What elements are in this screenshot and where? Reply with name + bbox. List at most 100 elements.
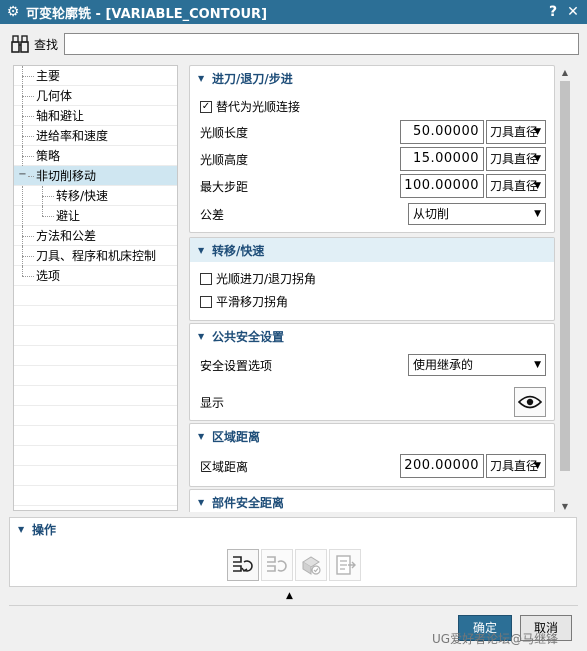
section-title: 进刀/退刀/步进: [212, 71, 293, 86]
replay-icon: [267, 556, 287, 572]
chevron-down-icon: ▼: [534, 461, 541, 471]
tree-item-label: 策略: [36, 149, 61, 163]
expand-triangle-icon: ▼: [198, 431, 205, 441]
scroll-down-icon[interactable]: ▼: [557, 502, 573, 511]
tree-item-geometry[interactable]: 几何体: [14, 86, 177, 106]
expand-triangle-icon: ▼: [198, 73, 205, 83]
collapse-up-icon[interactable]: ▲: [286, 591, 293, 601]
part-safety-section: ▼ 部件安全距离: [189, 489, 555, 512]
tree-item-strategy[interactable]: 策略: [14, 146, 177, 166]
generate-toolpath-button[interactable]: [227, 549, 259, 581]
chevron-down-icon: ▼: [534, 181, 541, 191]
close-button[interactable]: ✕: [563, 4, 583, 20]
divider: [9, 605, 578, 606]
scrollbar-thumb[interactable]: [560, 81, 570, 471]
settings-panel: ▼ 进刀/退刀/步进 ✓ 替代为光顺连接 光顺长度 50.00000 刀具直径 ▼…: [189, 65, 555, 512]
tree-item-main[interactable]: 主要: [14, 66, 177, 86]
engage-retract-header[interactable]: ▼ 进刀/退刀/步进: [190, 66, 554, 90]
max-step-unit-dropdown[interactable]: 刀具直径 ▼: [486, 174, 546, 198]
expand-triangle-icon: ▼: [198, 331, 205, 341]
expand-triangle-icon: ▼: [198, 245, 205, 255]
tree-item-label: 主要: [36, 69, 61, 83]
replay-toolpath-button[interactable]: [261, 549, 293, 581]
smooth-length-row: 光顺长度 50.00000 刀具直径 ▼: [200, 120, 546, 144]
smooth-height-row: 光顺高度 15.00000 刀具直径 ▼: [200, 147, 546, 171]
chevron-down-icon: ▼: [534, 360, 541, 370]
transfer-rapid-header[interactable]: ▼ 转移/快速: [190, 238, 554, 262]
field-label: 显示: [200, 395, 225, 410]
expand-triangle-icon: ▼: [198, 497, 205, 507]
common-safety-header[interactable]: ▼ 公共安全设置: [190, 324, 554, 348]
title-bar: ⚙ 可变轮廓铣 - [VARIABLE_CONTOUR] ? ✕: [0, 0, 587, 24]
chevron-down-icon: ▼: [534, 127, 541, 137]
verify-toolpath-button[interactable]: [295, 549, 327, 581]
expand-triangle-icon: ▼: [18, 524, 25, 534]
tree-item-non-cutting-moves[interactable]: − 非切削移动: [14, 166, 177, 186]
smooth-rapid-checkbox[interactable]: 平滑移刀拐角: [200, 293, 288, 310]
safety-option-dropdown[interactable]: 使用继承的 ▼: [408, 354, 546, 376]
region-distance-input[interactable]: 200.00000: [400, 454, 484, 478]
tree-item-options[interactable]: 选项: [14, 266, 177, 286]
chevron-down-icon: ▼: [534, 154, 541, 164]
checkbox-unchecked-icon: [200, 295, 212, 308]
eye-icon: [518, 395, 542, 409]
tolerance-dropdown[interactable]: 从切削 ▼: [408, 203, 546, 225]
binoculars-icon[interactable]: [8, 33, 34, 55]
tree-item-label: 选项: [36, 269, 61, 283]
smooth-height-input[interactable]: 15.00000: [400, 147, 484, 171]
tree-item-feeds-speeds[interactable]: 进给率和速度: [14, 126, 177, 146]
tree-item-label: 避让: [56, 209, 81, 223]
scroll-up-icon[interactable]: ▲: [557, 68, 573, 77]
part-safety-header[interactable]: ▼ 部件安全距离: [190, 490, 554, 512]
find-label: 查找: [34, 37, 59, 52]
tree-item-label: 刀具、程序和机床控制: [36, 249, 157, 263]
list-icon: [336, 555, 356, 575]
common-safety-section: ▼ 公共安全设置 安全设置选项 使用继承的 ▼ 显示: [189, 323, 555, 421]
display-button[interactable]: [514, 387, 546, 417]
region-distance-section: ▼ 区域距离 区域距离 200.00000 刀具直径 ▼: [189, 423, 555, 487]
tolerance-row: 公差 从切削 ▼: [200, 202, 546, 226]
smooth-height-unit-dropdown[interactable]: 刀具直径 ▼: [486, 147, 546, 171]
section-title: 操作: [32, 522, 57, 537]
tree-item-label: 方法和公差: [36, 229, 97, 243]
tree-item-tool-program-machine[interactable]: 刀具、程序和机床控制: [14, 246, 177, 266]
tree-item-axis-avoidance[interactable]: 轴和避让: [14, 106, 177, 126]
region-distance-unit-dropdown[interactable]: 刀具直径 ▼: [486, 454, 546, 478]
field-label: 区域距离: [200, 459, 249, 474]
smooth-connect-checkbox[interactable]: ✓ 替代为光顺连接: [200, 98, 300, 115]
checkbox-label: 替代为光顺连接: [216, 100, 301, 114]
chevron-down-icon: ▼: [534, 209, 541, 219]
safety-option-row: 安全设置选项 使用继承的 ▼: [200, 353, 546, 377]
region-distance-row: 区域距离 200.00000 刀具直径 ▼: [200, 454, 546, 478]
watermark: UG爱好者论坛@马继锋: [432, 632, 559, 646]
engage-retract-section: ▼ 进刀/退刀/步进 ✓ 替代为光顺连接 光顺长度 50.00000 刀具直径 ▼…: [189, 65, 555, 233]
list-toolpath-button[interactable]: [329, 549, 361, 581]
tree-item-avoidance[interactable]: 避让: [14, 206, 177, 226]
region-distance-header[interactable]: ▼ 区域距离: [190, 424, 554, 448]
panel-scrollbar[interactable]: ▲ ▼: [557, 67, 573, 512]
tree-item-transfer-rapid[interactable]: 转移/快速: [14, 186, 177, 206]
field-label: 最大步距: [200, 179, 249, 194]
field-label: 安全设置选项: [200, 358, 273, 373]
tree-item-label: 进给率和速度: [36, 129, 109, 143]
tree-item-method-tolerance[interactable]: 方法和公差: [14, 226, 177, 246]
operations-header[interactable]: ▼ 操作: [10, 518, 576, 540]
help-button[interactable]: ?: [543, 4, 563, 20]
navigation-tree: 主要 几何体 轴和避让 进给率和速度 策略 − 非切削移动 转移/快速 避让 方…: [13, 65, 178, 511]
section-title: 公共安全设置: [212, 329, 285, 344]
find-input[interactable]: [64, 33, 579, 55]
smooth-length-unit-dropdown[interactable]: 刀具直径 ▼: [486, 120, 546, 144]
field-label: 公差: [200, 207, 225, 222]
max-step-input[interactable]: 100.00000: [400, 174, 484, 198]
collapse-icon[interactable]: −: [18, 170, 27, 180]
field-label: 光顺高度: [200, 152, 249, 167]
checkbox-label: 光顺进刀/退刀拐角: [216, 272, 317, 286]
tree-item-label: 几何体: [36, 89, 73, 103]
smooth-corner-checkbox[interactable]: 光顺进刀/退刀拐角: [200, 270, 316, 287]
checkbox-checked-icon: ✓: [200, 100, 212, 113]
transfer-rapid-section: ▼ 转移/快速 光顺进刀/退刀拐角 平滑移刀拐角: [189, 237, 555, 321]
field-label: 光顺长度: [200, 125, 249, 140]
smooth-length-input[interactable]: 50.00000: [400, 120, 484, 144]
max-step-row: 最大步距 100.00000 刀具直径 ▼: [200, 174, 546, 198]
find-row: 查找: [8, 32, 579, 56]
